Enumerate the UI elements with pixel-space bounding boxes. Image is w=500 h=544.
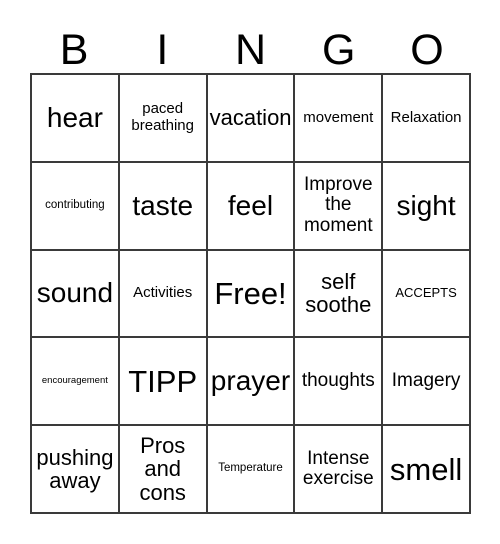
bingo-cell-text: contributing xyxy=(45,199,105,212)
bingo-cell-n4[interactable]: prayer xyxy=(207,338,296,427)
bingo-cell-o3[interactable]: ACCEPTS xyxy=(383,250,471,339)
bingo-cell-text: Intense exercise xyxy=(302,447,374,490)
bingo-row: pushing away Pros and cons Temperature I… xyxy=(32,426,471,514)
bingo-cell-text: prayer xyxy=(210,365,291,397)
bingo-cell-text: movement xyxy=(303,108,374,126)
bingo-cell-text: ACCEPTS xyxy=(395,285,457,301)
bingo-cell-i3[interactable]: Activities xyxy=(119,250,208,339)
bingo-cell-o4[interactable]: Imagery xyxy=(383,338,471,427)
bingo-cell-g5[interactable]: Intense exercise xyxy=(295,426,384,514)
bingo-cell-text: Pros and cons xyxy=(139,433,186,505)
bingo-row: contributing taste feel Improve the mome… xyxy=(32,162,471,251)
header-letter-b: B xyxy=(59,26,89,74)
bingo-cell-o2[interactable]: sight xyxy=(383,162,471,251)
bingo-cell-g1[interactable]: movement xyxy=(295,75,384,163)
bingo-cell-text: Imagery xyxy=(391,370,461,392)
bingo-cell-text: taste xyxy=(132,189,194,221)
bingo-cell-text: Activities xyxy=(133,284,193,302)
bingo-cell-g2[interactable]: Improve the moment xyxy=(295,162,384,251)
header-letter-o: O xyxy=(410,26,444,74)
bingo-cell-text: paced breathing xyxy=(131,100,194,134)
bingo-cell-text: Improve the moment xyxy=(303,173,373,236)
bingo-cell-o5[interactable]: smell xyxy=(383,426,471,514)
bingo-cell-n1[interactable]: vacation xyxy=(207,75,296,163)
bingo-cell-text: Temperature xyxy=(218,462,283,475)
bingo-cell-text: Relaxation xyxy=(390,108,462,126)
bingo-card: B I N G O hear paced breathing vacation … xyxy=(0,0,500,544)
bingo-cell-text: vacation xyxy=(209,105,292,131)
bingo-cell-text: encouragement xyxy=(41,374,108,386)
bingo-cell-o1[interactable]: Relaxation xyxy=(383,75,471,163)
bingo-cell-b1[interactable]: hear xyxy=(32,75,120,163)
bingo-cell-i5[interactable]: Pros and cons xyxy=(119,426,208,514)
bingo-cell-g3[interactable]: self soothe xyxy=(295,250,384,339)
bingo-cell-text: self soothe xyxy=(305,269,372,318)
bingo-cell-b5[interactable]: pushing away xyxy=(32,426,120,514)
bingo-cell-n2[interactable]: feel xyxy=(207,162,296,251)
bingo-cell-n5[interactable]: Temperature xyxy=(207,426,296,514)
header-letter-g: G xyxy=(321,26,356,74)
bingo-cell-text: TIPP xyxy=(128,363,198,399)
bingo-cell-text: feel xyxy=(227,189,274,221)
bingo-cell-text: hear xyxy=(46,101,103,133)
bingo-cell-text: sight xyxy=(396,189,456,221)
bingo-cell-b2[interactable]: contributing xyxy=(32,162,120,251)
bingo-cell-text: pushing away xyxy=(36,444,114,494)
bingo-cell-i2[interactable]: taste xyxy=(119,162,208,251)
bingo-cell-g4[interactable]: thoughts xyxy=(295,338,384,427)
bingo-cell-b3[interactable]: sound xyxy=(32,250,120,339)
bingo-cell-i4[interactable]: TIPP xyxy=(119,338,208,427)
bingo-cell-i1[interactable]: paced breathing xyxy=(119,75,208,163)
header-letter-i: I xyxy=(156,26,169,74)
bingo-header: B I N G O xyxy=(30,18,471,73)
bingo-cell-b4[interactable]: encouragement xyxy=(32,338,120,427)
bingo-cell-text: thoughts xyxy=(301,370,375,392)
bingo-cell-text: Free! xyxy=(214,275,287,311)
bingo-grid: hear paced breathing vacation movement R… xyxy=(30,73,471,514)
bingo-cell-free-space[interactable]: Free! xyxy=(207,250,296,339)
bingo-row: sound Activities Free! self soothe ACCEP… xyxy=(32,250,471,339)
header-letter-n: N xyxy=(234,26,267,74)
bingo-cell-text: smell xyxy=(389,451,463,487)
bingo-row: hear paced breathing vacation movement R… xyxy=(32,75,471,163)
bingo-cell-text: sound xyxy=(36,277,114,309)
bingo-row: encouragement TIPP prayer thoughts Image… xyxy=(32,338,471,427)
